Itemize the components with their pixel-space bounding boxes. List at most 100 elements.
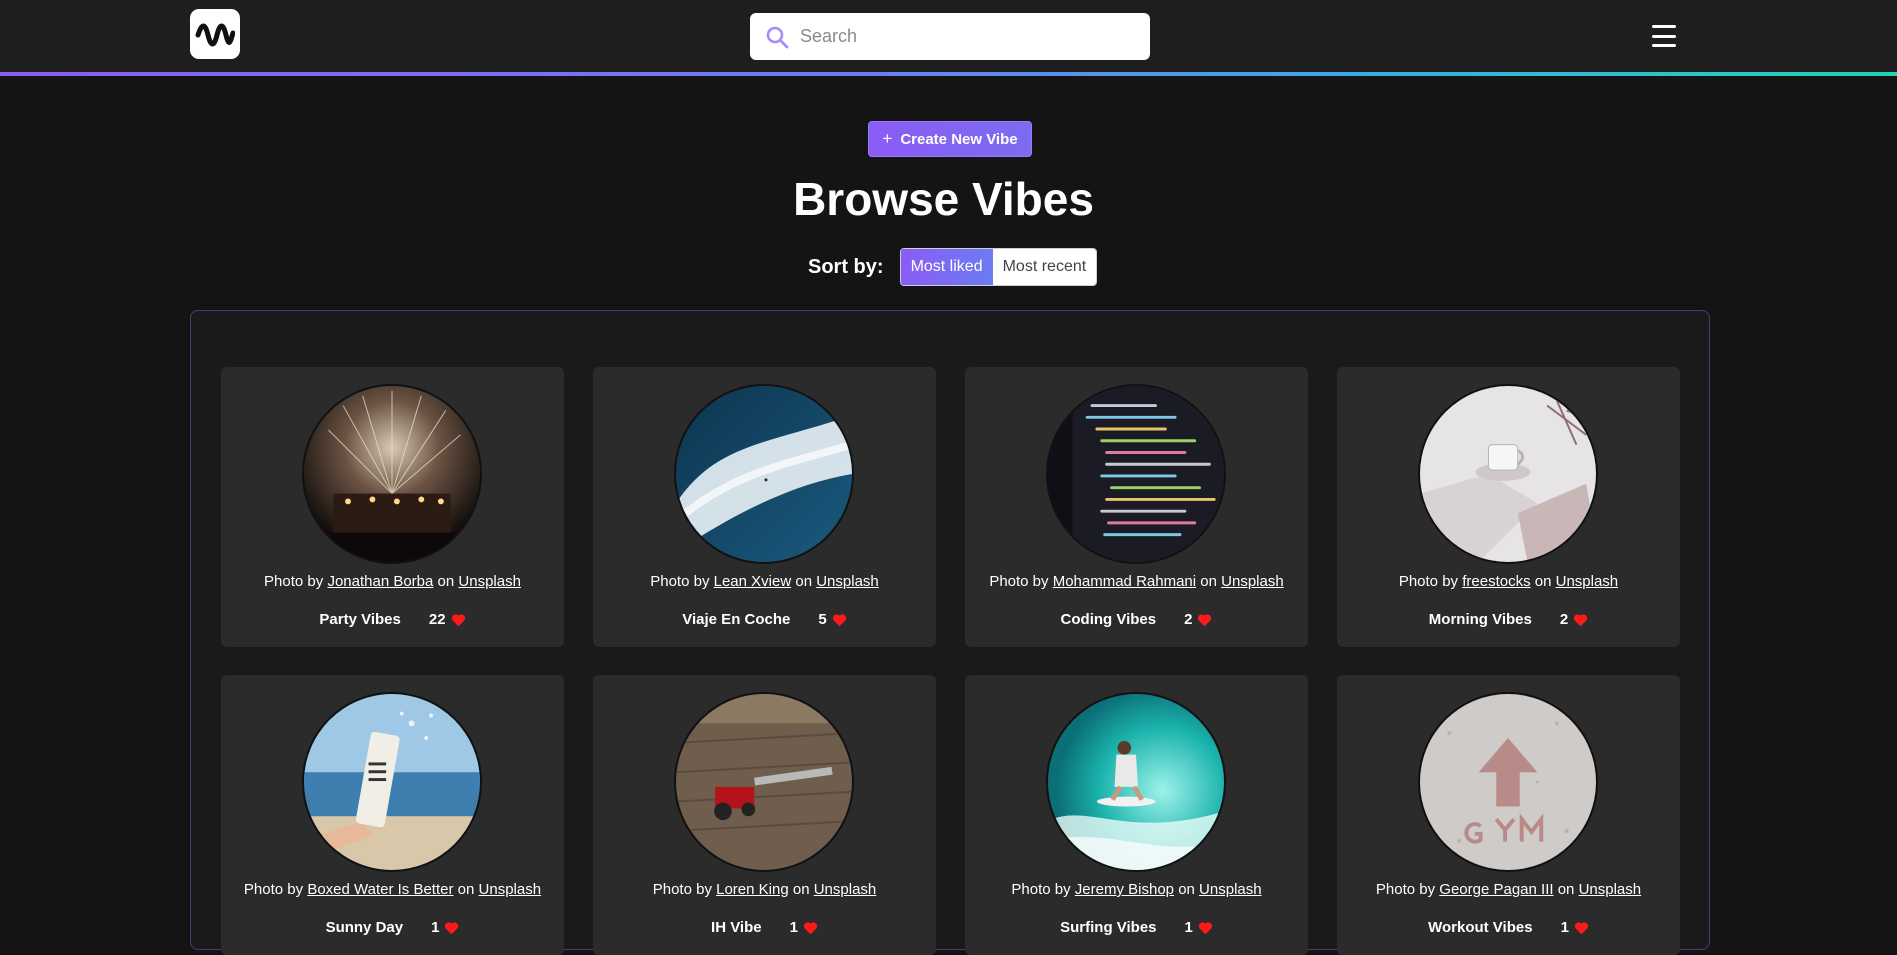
vibe-meta: Surfing Vibes 1 xyxy=(965,919,1308,936)
vibe-card[interactable]: Photo by Jonathan Borba on Unsplash Part… xyxy=(221,367,564,647)
heart-icon[interactable] xyxy=(1574,921,1589,935)
credit-on: on xyxy=(1557,881,1575,898)
vibe-card[interactable]: Photo by Jeremy Bishop on Unsplash Surfi… xyxy=(965,675,1308,955)
vibe-photo-surfer[interactable] xyxy=(1046,692,1226,872)
sort-toggle-group: Most liked Most recent xyxy=(899,248,1098,286)
credit-prefix: Photo by xyxy=(1011,881,1071,898)
vibe-photo-beach[interactable] xyxy=(302,692,482,872)
vibe-name: IH Vibe xyxy=(711,919,762,936)
credit-on: on xyxy=(1178,881,1195,898)
vibe-photo-coffee[interactable] xyxy=(1418,384,1598,564)
vibe-photo-tractor[interactable] xyxy=(674,692,854,872)
search-input[interactable] xyxy=(800,26,1130,47)
vibe-name: Coding Vibes xyxy=(1060,611,1157,628)
like-count[interactable]: 1 xyxy=(1185,919,1213,936)
like-count-value: 1 xyxy=(1560,919,1569,936)
like-count[interactable]: 1 xyxy=(1561,919,1589,936)
photographer-link[interactable]: Jonathan Borba xyxy=(327,573,433,590)
like-count[interactable]: 2 xyxy=(1184,611,1212,628)
photo-credit: Photo by freestocks on Unsplash xyxy=(1337,573,1680,590)
photographer-link[interactable]: Boxed Water Is Better xyxy=(307,881,453,898)
like-count[interactable]: 2 xyxy=(1560,611,1588,628)
vibe-name: Morning Vibes xyxy=(1428,611,1532,628)
credit-prefix: Photo by xyxy=(264,573,324,590)
vibe-photo-sky[interactable] xyxy=(674,384,854,564)
unsplash-link[interactable]: Unsplash xyxy=(816,573,879,590)
vibe-card[interactable]: Photo by Boxed Water Is Better on Unspla… xyxy=(221,675,564,955)
search-icon xyxy=(764,24,790,50)
photographer-link[interactable]: George Pagan III xyxy=(1439,881,1553,898)
unsplash-link[interactable]: Unsplash xyxy=(1556,573,1619,590)
heart-icon[interactable] xyxy=(1573,613,1588,627)
unsplash-link[interactable]: Unsplash xyxy=(458,573,521,590)
heart-icon[interactable] xyxy=(1197,613,1212,627)
create-new-vibe-button[interactable]: + Create New Vibe xyxy=(868,121,1032,157)
photographer-link[interactable]: Jeremy Bishop xyxy=(1075,881,1174,898)
heart-icon[interactable] xyxy=(832,613,847,627)
vibe-name: Viaje En Coche xyxy=(682,611,791,628)
top-navbar xyxy=(0,0,1897,73)
credit-on: on xyxy=(795,573,813,590)
vibe-meta: Workout Vibes 1 xyxy=(1337,919,1680,936)
credit-on: on xyxy=(457,881,475,898)
photographer-link[interactable]: freestocks xyxy=(1462,573,1530,590)
vibe-meta: IH Vibe 1 xyxy=(593,919,936,936)
heart-icon[interactable] xyxy=(1198,921,1213,935)
hamburger-menu-icon[interactable] xyxy=(1652,25,1676,47)
photo-credit: Photo by Lean Xview on Unsplash xyxy=(593,573,936,590)
unsplash-link[interactable]: Unsplash xyxy=(1199,881,1262,898)
heart-icon[interactable] xyxy=(444,921,459,935)
vibe-card[interactable]: Photo by Loren King on Unsplash IH Vibe … xyxy=(593,675,936,955)
unsplash-link[interactable]: Unsplash xyxy=(1221,573,1284,590)
photographer-link[interactable]: Mohammad Rahmani xyxy=(1053,573,1196,590)
vibe-photo-concert[interactable] xyxy=(302,384,482,564)
vibe-photo-code[interactable] xyxy=(1046,384,1226,564)
credit-on: on xyxy=(1534,573,1552,590)
sort-controls: Sort by: Most liked Most recent xyxy=(808,248,1098,286)
credit-prefix: Photo by xyxy=(1375,881,1436,898)
vibe-card[interactable]: Photo by Mohammad Rahmani on Unsplash Co… xyxy=(965,367,1308,647)
vibe-meta: Morning Vibes 2 xyxy=(1337,611,1680,628)
photographer-link[interactable]: Lean Xview xyxy=(714,573,792,590)
photo-credit: Photo by Mohammad Rahmani on Unsplash xyxy=(965,573,1308,590)
like-count-value: 1 xyxy=(1184,919,1193,936)
header-gradient-divider xyxy=(0,72,1897,76)
vibe-card[interactable]: Photo by George Pagan III on Unsplash Wo… xyxy=(1337,675,1680,955)
credit-prefix: Photo by xyxy=(650,573,710,590)
heart-icon[interactable] xyxy=(803,921,818,935)
credit-prefix: Photo by xyxy=(989,573,1049,590)
unsplash-link[interactable]: Unsplash xyxy=(479,881,542,898)
search-bar[interactable] xyxy=(750,13,1150,60)
photographer-link[interactable]: Loren King xyxy=(716,881,789,898)
like-count[interactable]: 1 xyxy=(790,919,818,936)
credit-prefix: Photo by xyxy=(652,881,712,898)
vibe-meta: Party Vibes 22 xyxy=(221,611,564,628)
page-title: Browse Vibes xyxy=(793,173,1094,225)
like-count-value: 1 xyxy=(431,919,440,936)
vibes-grid-panel: Photo by Jonathan Borba on Unsplash Part… xyxy=(190,310,1710,955)
like-count-value: 2 xyxy=(1559,611,1569,628)
credit-prefix: Photo by xyxy=(1398,573,1459,590)
heart-icon[interactable] xyxy=(451,613,466,627)
vibe-photo-gym[interactable] xyxy=(1418,692,1598,872)
unsplash-link[interactable]: Unsplash xyxy=(814,881,877,898)
sort-most-recent-button[interactable]: Most recent xyxy=(992,249,1097,285)
plus-icon: + xyxy=(882,129,893,148)
like-count[interactable]: 1 xyxy=(431,919,459,936)
like-count[interactable]: 5 xyxy=(818,611,846,628)
like-count[interactable]: 22 xyxy=(429,611,466,628)
wave-logo-icon xyxy=(195,23,235,47)
like-count-value: 22 xyxy=(428,611,446,628)
unsplash-link[interactable]: Unsplash xyxy=(1579,881,1642,898)
photo-credit: Photo by Boxed Water Is Better on Unspla… xyxy=(221,881,564,898)
photo-credit: Photo by George Pagan III on Unsplash xyxy=(1337,881,1680,898)
app-logo[interactable] xyxy=(190,9,240,59)
like-count-value: 5 xyxy=(818,611,827,628)
vibe-card[interactable]: Photo by Lean Xview on Unsplash Viaje En… xyxy=(593,367,936,647)
sort-most-liked-button[interactable]: Most liked xyxy=(900,249,993,285)
credit-prefix: Photo by xyxy=(243,881,304,898)
credit-on: on xyxy=(792,881,810,898)
credit-on: on xyxy=(437,573,455,590)
vibe-card[interactable]: Photo by freestocks on Unsplash Morning … xyxy=(1337,367,1680,647)
vibe-meta: Coding Vibes 2 xyxy=(965,611,1308,628)
